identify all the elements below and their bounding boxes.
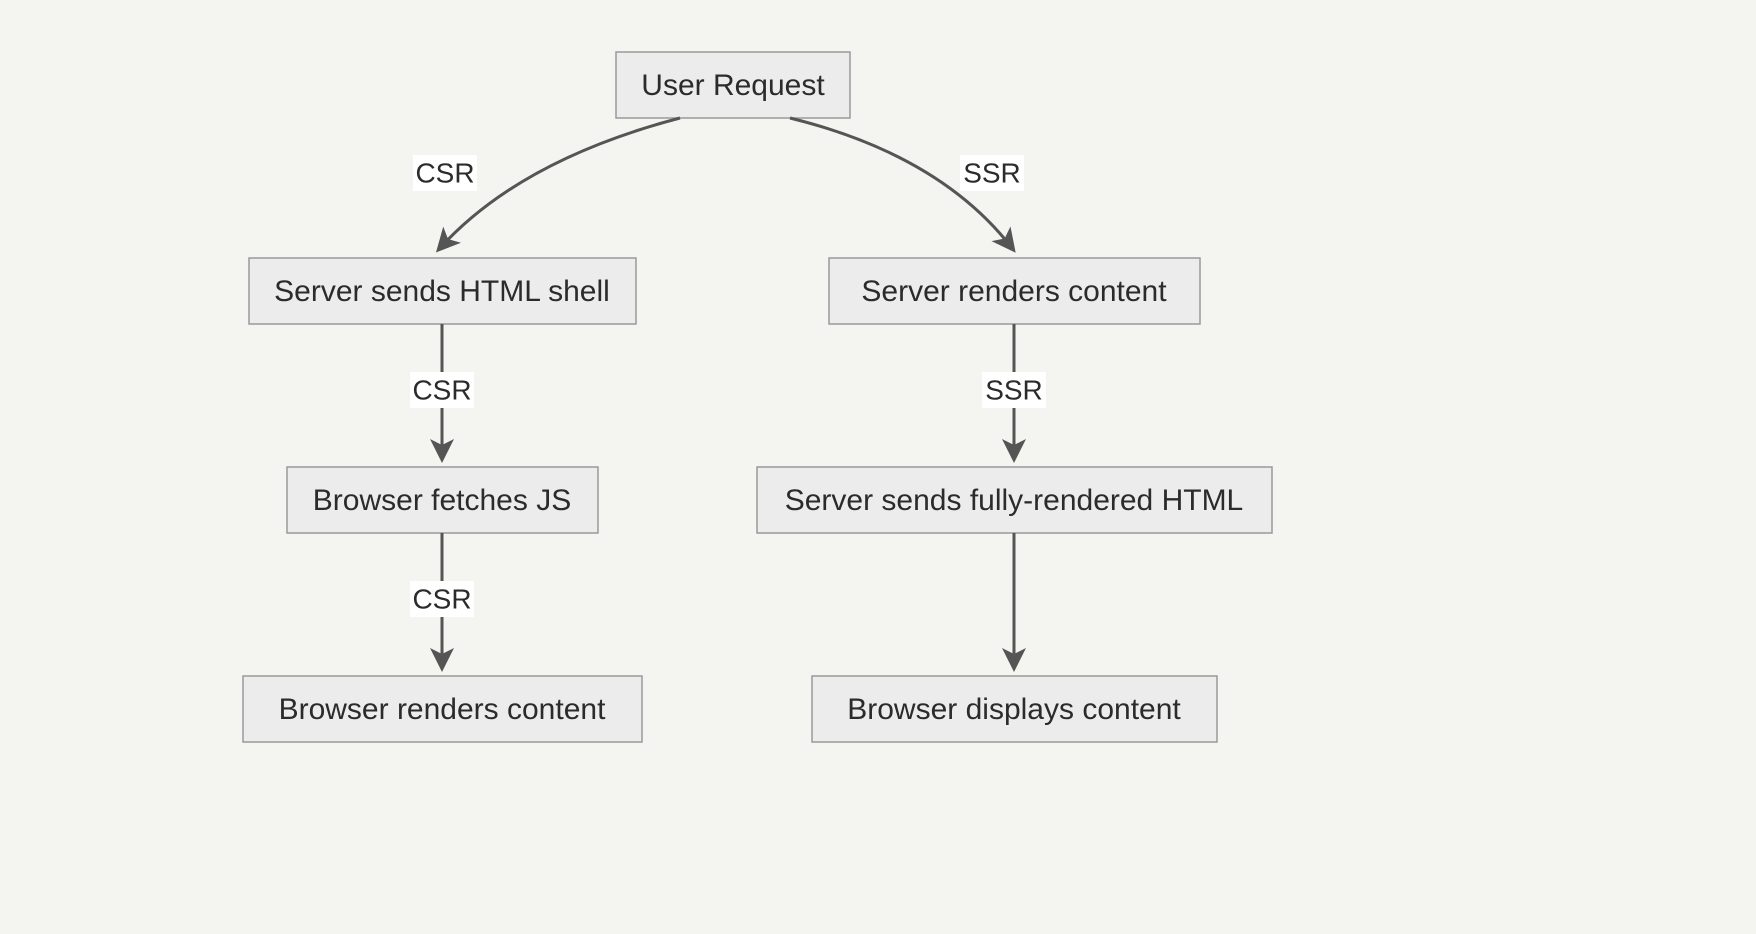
node-user-request: User Request xyxy=(616,52,850,118)
edge-csr-fetch-to-render: CSR xyxy=(410,533,474,666)
edge-label-csr-3: CSR xyxy=(412,583,471,614)
node-csr-shell: Server sends HTML shell xyxy=(249,258,636,324)
edge-csr-shell-to-fetch: CSR xyxy=(410,324,474,457)
node-csr-render-label: Browser renders content xyxy=(279,693,606,726)
node-csr-shell-label: Server sends HTML shell xyxy=(274,275,610,308)
node-ssr-send-html: Server sends fully-rendered HTML xyxy=(757,467,1272,533)
edge-label-ssr-1: SSR xyxy=(963,157,1021,188)
edge-label-csr-1: CSR xyxy=(415,157,474,188)
node-user-request-label: User Request xyxy=(641,69,825,102)
node-ssr-send-html-label: Server sends fully-rendered HTML xyxy=(785,484,1244,517)
edge-user-to-csr-shell: CSR xyxy=(413,118,680,248)
node-ssr-render-label: Server renders content xyxy=(861,275,1167,308)
edge-ssr-render-to-send: SSR xyxy=(982,324,1046,457)
node-csr-fetch-js: Browser fetches JS xyxy=(287,467,598,533)
node-ssr-display-label: Browser displays content xyxy=(847,693,1181,726)
edge-label-csr-2: CSR xyxy=(412,374,471,405)
node-csr-render: Browser renders content xyxy=(243,676,642,742)
edge-label-ssr-2: SSR xyxy=(985,374,1043,405)
flowchart-diagram: User Request CSR SSR Server sends HTML s… xyxy=(0,0,1756,934)
node-csr-fetch-js-label: Browser fetches JS xyxy=(313,484,571,517)
node-ssr-render: Server renders content xyxy=(829,258,1200,324)
edge-user-to-ssr-render: SSR xyxy=(790,118,1024,248)
node-ssr-display: Browser displays content xyxy=(812,676,1217,742)
